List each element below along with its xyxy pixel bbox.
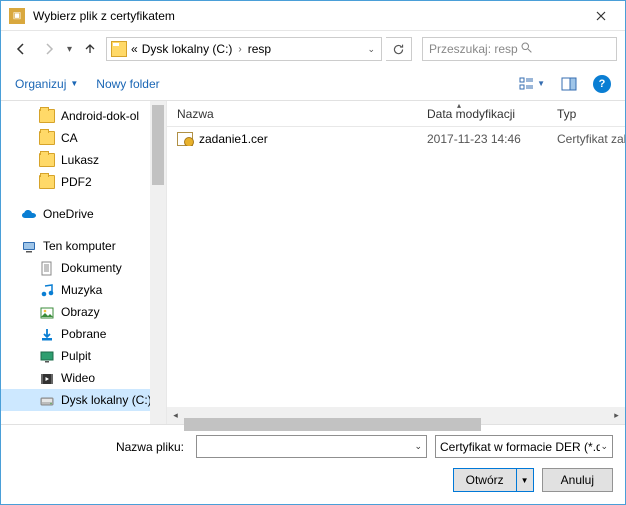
onedrive-icon (21, 207, 37, 221)
open-dropdown[interactable]: ▼ (517, 476, 533, 485)
forward-button[interactable] (37, 37, 61, 61)
address-drive[interactable]: Dysk lokalny (C:) (142, 42, 233, 56)
tree-item[interactable]: Android-dok-ol (1, 105, 166, 127)
vid-icon (39, 371, 55, 385)
back-button[interactable] (9, 37, 33, 61)
column-type[interactable]: Typ (547, 101, 625, 126)
tree-item[interactable]: OneDrive (1, 203, 166, 225)
tree-item-label: Ten komputer (43, 239, 116, 253)
tree-item-label: OneDrive (43, 207, 94, 221)
tree-item[interactable]: CA (1, 127, 166, 149)
column-name[interactable]: Nazwa (167, 101, 417, 126)
filetype-filter[interactable]: Certyfikat w formacie DER (*.de ⌄ (435, 435, 613, 458)
close-button[interactable] (578, 1, 623, 31)
drive-icon (39, 393, 55, 407)
chevron-down-icon: ▼ (70, 79, 78, 88)
chevron-down-icon[interactable]: ⌄ (600, 441, 608, 452)
dl-icon (39, 327, 55, 341)
file-open-dialog: ▣ Wybierz plik z certyfikatem ▾ « Dysk l… (0, 0, 626, 505)
tree-item-label: Muzyka (61, 283, 102, 297)
tree-item-label: Dokumenty (61, 261, 122, 275)
column-headers: Nazwa ▴ Data modyfikacji Typ (167, 101, 625, 127)
tree-item[interactable]: Pulpit (1, 345, 166, 367)
tree-item-label: CA (61, 131, 78, 145)
file-rows[interactable]: zadanie1.cer 2017-11-23 14:46Certyfikat z… (167, 127, 625, 407)
tree-item-label: Android-dok-ol (61, 109, 139, 123)
doc-icon (39, 261, 55, 275)
navbar: ▾ « Dysk lokalny (C:) › resp ⌄ Przeszuka… (1, 31, 625, 67)
scroll-left-button[interactable]: ◂ (167, 407, 184, 424)
recent-locations-dropdown[interactable]: ▾ (67, 44, 72, 55)
window-title: Wybierz plik z certyfikatem (33, 9, 578, 23)
search-input[interactable]: Przeszukaj: resp (422, 37, 617, 61)
cancel-button[interactable]: Anuluj (542, 468, 613, 492)
preview-pane-button[interactable] (561, 77, 577, 91)
address-dropdown[interactable]: ⌄ (365, 44, 377, 55)
toolbar: Organizuj ▼ Nowy folder ▼ ? (1, 67, 625, 101)
view-options-button[interactable]: ▼ (519, 77, 545, 91)
tree-item-label: Obrazy (61, 305, 100, 319)
tree-item[interactable]: Dysk lokalny (C:) (1, 389, 166, 411)
file-type: Certyfikat zab (547, 132, 625, 146)
folder-icon (39, 109, 55, 123)
column-date[interactable]: Data modyfikacji (417, 101, 547, 126)
filename-label: Nazwa pliku: (13, 440, 188, 454)
sort-indicator-icon: ▴ (457, 101, 461, 110)
tree-item[interactable]: Muzyka (1, 279, 166, 301)
open-button[interactable]: Otwórz ▼ (453, 468, 534, 492)
tree-item[interactable]: Dokumenty (1, 257, 166, 279)
file-name: zadanie1.cer (199, 132, 268, 146)
tree-item-label: Pulpit (61, 349, 91, 363)
mus-icon (39, 283, 55, 297)
refresh-button[interactable] (386, 37, 412, 61)
bottom-panel: Nazwa pliku: ⌄ Certyfikat w formacie DER… (1, 424, 625, 504)
certificate-icon (177, 132, 193, 146)
tree-item-label: Lukasz (61, 153, 99, 167)
tree-scrollbar[interactable] (150, 101, 166, 424)
chevron-down-icon: ▼ (537, 79, 545, 88)
tree-item[interactable]: Ten komputer (1, 235, 166, 257)
chevron-down-icon[interactable]: ⌄ (414, 441, 422, 452)
folder-icon (39, 153, 55, 167)
address-folder[interactable]: resp (248, 42, 271, 56)
tree-item-label: Dysk lokalny (C:) (61, 393, 152, 407)
titlebar: ▣ Wybierz plik z certyfikatem (1, 1, 625, 31)
scroll-right-button[interactable]: ▸ (608, 407, 625, 424)
chevron-right-icon: › (238, 44, 241, 55)
search-placeholder: Przeszukaj: resp (429, 42, 520, 56)
tree-item-label: PDF2 (61, 175, 92, 189)
address-bar[interactable]: « Dysk lokalny (C:) › resp ⌄ (106, 37, 382, 61)
body: Android-dok-ol CA Lukasz PDF2 OneDrive Ten ko… (1, 101, 625, 424)
tree-item-label: Wideo (61, 371, 95, 385)
address-prefix: « (131, 42, 138, 56)
search-icon (520, 41, 611, 57)
up-button[interactable] (78, 37, 102, 61)
tree-item[interactable]: Pobrane (1, 323, 166, 345)
file-date: 2017-11-23 14:46 (417, 132, 547, 146)
file-list: Nazwa ▴ Data modyfikacji Typ zadanie1.ce… (166, 101, 625, 424)
desk-icon (39, 349, 55, 363)
app-icon: ▣ (9, 8, 25, 24)
horizontal-scrollbar[interactable]: ◂ ▸ (167, 407, 625, 424)
new-folder-button[interactable]: Nowy folder (96, 77, 159, 91)
tree-item[interactable]: Obrazy (1, 301, 166, 323)
help-button[interactable]: ? (593, 75, 611, 93)
pc-icon (21, 239, 37, 253)
tree-item[interactable]: Lukasz (1, 149, 166, 171)
tree-item-label: Pobrane (61, 327, 106, 341)
folder-icon (111, 41, 127, 57)
navigation-tree[interactable]: Android-dok-ol CA Lukasz PDF2 OneDrive Ten ko… (1, 101, 166, 424)
folder-icon (39, 175, 55, 189)
file-row[interactable]: zadanie1.cer 2017-11-23 14:46Certyfikat z… (167, 127, 625, 151)
close-icon (596, 11, 606, 21)
folder-icon (39, 131, 55, 145)
filename-input[interactable]: ⌄ (196, 435, 427, 458)
img-icon (39, 305, 55, 319)
tree-item[interactable]: Wideo (1, 367, 166, 389)
organize-button[interactable]: Organizuj ▼ (15, 77, 78, 91)
tree-item[interactable]: PDF2 (1, 171, 166, 193)
